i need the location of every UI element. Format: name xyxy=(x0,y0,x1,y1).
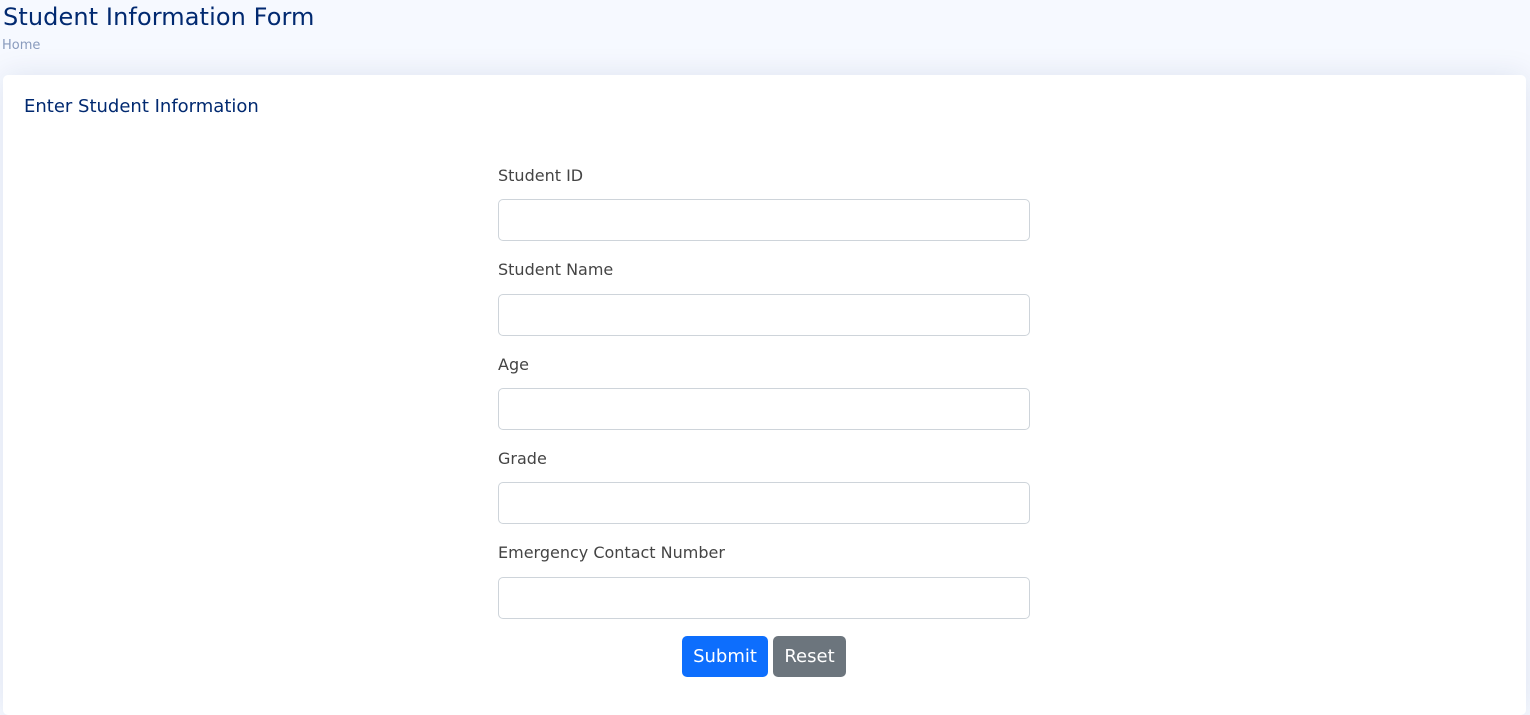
student-name-input[interactable] xyxy=(498,294,1030,336)
student-id-input[interactable] xyxy=(498,199,1030,241)
breadcrumb-home[interactable]: Home xyxy=(2,38,40,53)
emergency-contact-label: Emergency Contact Number xyxy=(498,543,725,562)
student-name-label: Student Name xyxy=(498,260,614,279)
page-header: Student Information Form Home xyxy=(0,0,1530,75)
card-title: Enter Student Information xyxy=(24,96,259,117)
student-form-card: Enter Student Information Student ID Stu… xyxy=(3,75,1526,715)
emergency-contact-input[interactable] xyxy=(498,577,1030,619)
grade-label: Grade xyxy=(498,449,547,468)
page-title: Student Information Form xyxy=(3,3,315,31)
reset-button[interactable]: Reset xyxy=(773,636,846,677)
grade-input[interactable] xyxy=(498,482,1030,524)
submit-button[interactable]: Submit xyxy=(682,636,768,677)
student-id-label: Student ID xyxy=(498,166,584,185)
age-input[interactable] xyxy=(498,388,1030,430)
age-label: Age xyxy=(498,355,529,374)
